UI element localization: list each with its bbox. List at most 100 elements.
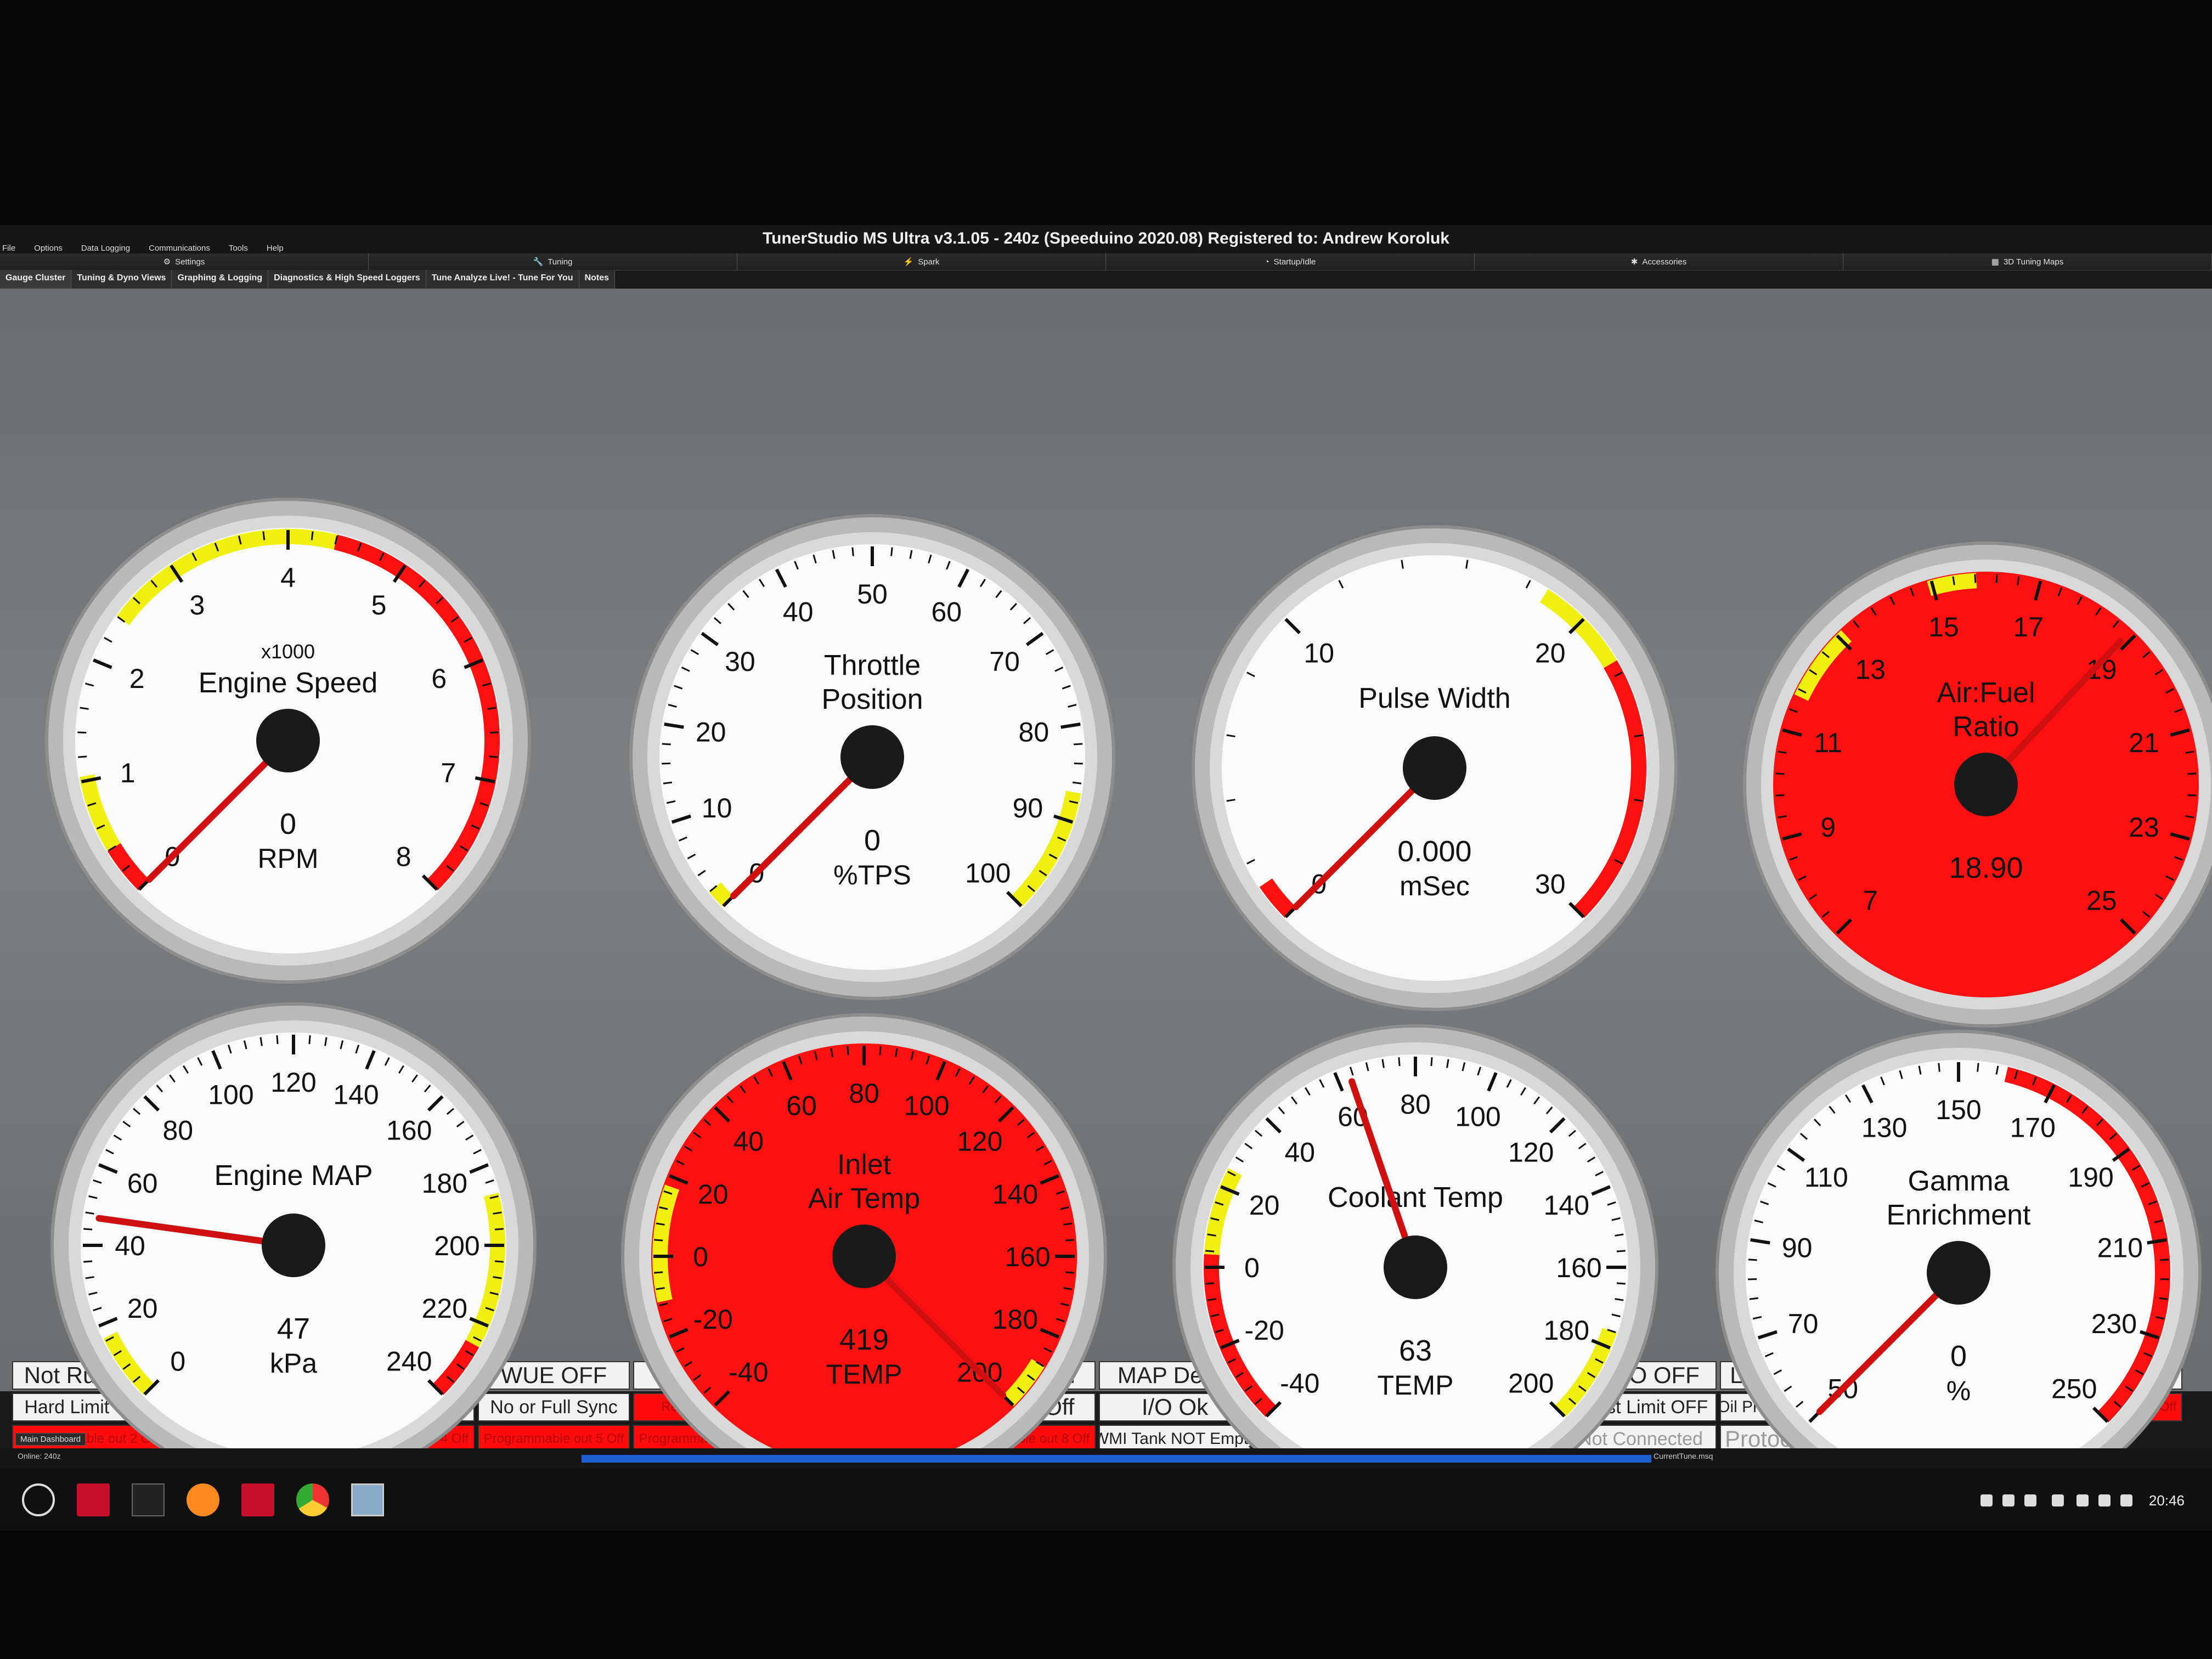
tick-label: 200 bbox=[1508, 1368, 1554, 1399]
printer-icon[interactable] bbox=[2052, 1494, 2064, 1506]
tick-label: 8 bbox=[396, 842, 411, 872]
file-manager-icon[interactable] bbox=[241, 1483, 274, 1516]
tick-label: 60 bbox=[127, 1168, 158, 1199]
accessories-icon: ✱ bbox=[1630, 257, 1638, 267]
tick-label: 200 bbox=[434, 1231, 479, 1261]
battery-icon[interactable] bbox=[2120, 1494, 2132, 1506]
tick-label: 120 bbox=[957, 1126, 1002, 1156]
tick-label: 10 bbox=[1304, 637, 1334, 668]
tab-gauge-cluster[interactable]: Gauge Cluster bbox=[0, 270, 72, 289]
menu-file[interactable]: File bbox=[0, 244, 18, 253]
gauge-value: 63 bbox=[1399, 1334, 1432, 1367]
tab-tuning-dyno[interactable]: Tuning & Dyno Views bbox=[71, 270, 172, 289]
minor-tick bbox=[262, 531, 266, 540]
nav-spark[interactable]: ⚡ Spark bbox=[737, 253, 1106, 270]
needle-hub bbox=[1954, 753, 2018, 816]
tick-label: 40 bbox=[1284, 1137, 1315, 1167]
tunerstudio-icon[interactable] bbox=[351, 1483, 384, 1516]
menu-tools[interactable]: Tools bbox=[227, 244, 250, 253]
tick-label: 23 bbox=[2129, 812, 2159, 843]
nav-startup-idle[interactable]: ◔ Startup/Idle bbox=[1106, 253, 1475, 270]
gauge-title: Gamma bbox=[1908, 1165, 2010, 1197]
main-dashboard-tab[interactable]: Main Dashboard bbox=[15, 1433, 86, 1446]
tick-label: 13 bbox=[1855, 654, 1886, 685]
gauge-tps: 0102030405060708090100ThrottlePosition0%… bbox=[629, 514, 1115, 1000]
menu-communications[interactable]: Communications bbox=[146, 244, 212, 253]
gauge-title: Position bbox=[822, 684, 923, 715]
tick-label: 7 bbox=[1863, 885, 1878, 916]
tick-label: 10 bbox=[702, 793, 732, 823]
folder-icon[interactable] bbox=[77, 1483, 110, 1516]
tick-label: 20 bbox=[1249, 1190, 1280, 1221]
nav-tuning[interactable]: 🔧 Tuning bbox=[369, 253, 737, 270]
tick-label: 4 bbox=[280, 562, 296, 593]
needle-hub bbox=[832, 1224, 896, 1288]
tick-label: 230 bbox=[2091, 1308, 2137, 1339]
tab-bar: Gauge Cluster Tuning & Dyno Views Graphi… bbox=[0, 270, 616, 289]
gauge-title: Engine Speed bbox=[199, 667, 378, 699]
tick-label: 140 bbox=[333, 1080, 379, 1110]
menu-options[interactable]: Options bbox=[32, 244, 65, 253]
gauge-title: Inlet bbox=[837, 1149, 891, 1181]
gauge-title: Engine MAP bbox=[214, 1160, 373, 1192]
tick-label: 2 bbox=[129, 663, 145, 694]
tab-notes[interactable]: Notes bbox=[579, 270, 616, 289]
firefox-icon[interactable] bbox=[187, 1483, 219, 1516]
minor-tick bbox=[1938, 1063, 1940, 1072]
tick-label: 40 bbox=[783, 596, 814, 627]
menu-help[interactable]: Help bbox=[264, 244, 286, 253]
tick-label: 0 bbox=[170, 1346, 185, 1377]
tick-label: 80 bbox=[1400, 1089, 1431, 1120]
needle-hub bbox=[840, 725, 904, 789]
spark-icon: ⚡ bbox=[903, 257, 914, 267]
mint-menu-icon[interactable] bbox=[22, 1483, 55, 1516]
window-title: TunerStudio MS Ultra v3.1.05 - 240z (Spe… bbox=[763, 229, 1449, 247]
tab-graphing-logging[interactable]: Graphing & Logging bbox=[172, 270, 269, 289]
tick-label: 80 bbox=[162, 1115, 193, 1146]
tick-label: 120 bbox=[270, 1067, 316, 1098]
tab-diagnostics[interactable]: Diagnostics & High Speed Loggers bbox=[268, 270, 426, 289]
shield-icon[interactable] bbox=[2024, 1494, 2036, 1506]
clipboard-icon[interactable] bbox=[2002, 1494, 2015, 1506]
bluetooth-icon[interactable] bbox=[1980, 1494, 1993, 1506]
terminal-icon[interactable] bbox=[132, 1483, 165, 1516]
nav-3d-tuning-maps[interactable]: ▦ 3D Tuning Maps bbox=[1843, 253, 2212, 270]
gauge-map: 0 20 40 6080 100 120 140160 180 200 220 240 Engine … bbox=[50, 1002, 537, 1488]
tick-label: 120 bbox=[1508, 1137, 1554, 1167]
gauge-title: Air:Fuel bbox=[1937, 677, 2035, 709]
minor-tick bbox=[1977, 1063, 1979, 1072]
tick-label: 20 bbox=[698, 1179, 729, 1210]
gauge-afr: 79111315 1719212325Air:FuelRatio18.90 bbox=[1743, 541, 2212, 1028]
tab-tune-analyze[interactable]: Tune Analyze Live! - Tune For You bbox=[426, 270, 579, 289]
nav-settings[interactable]: ⚙ Settings bbox=[0, 253, 369, 270]
gauge-value: 0 bbox=[864, 824, 881, 857]
menu-data-logging[interactable]: Data Logging bbox=[79, 244, 132, 253]
gauge-units: kPa bbox=[270, 1348, 317, 1379]
minor-tick bbox=[1398, 1057, 1401, 1066]
tick-label: 240 bbox=[386, 1346, 432, 1377]
tick-label: 100 bbox=[1455, 1102, 1500, 1132]
tick-label: 190 bbox=[2068, 1162, 2113, 1193]
minor-tick bbox=[77, 731, 87, 734]
minor-tick bbox=[851, 547, 854, 556]
tick-label: -20 bbox=[1245, 1315, 1284, 1346]
tick-label: 100 bbox=[965, 858, 1011, 889]
gauge-units: TEMP bbox=[826, 1359, 902, 1390]
tick-label: 30 bbox=[725, 646, 755, 677]
minor-tick bbox=[2160, 1278, 2169, 1280]
gauge-title: x1000 bbox=[261, 640, 315, 663]
gauge-value: 0 bbox=[280, 808, 296, 840]
minor-tick bbox=[1974, 574, 1977, 583]
gauge-title: Enrichment bbox=[1887, 1199, 2032, 1231]
chrome-icon[interactable] bbox=[296, 1483, 329, 1516]
tick-label: 100 bbox=[208, 1080, 253, 1110]
tune-file-name: CurrentTune.msq bbox=[1654, 1452, 1713, 1460]
tick-label: 40 bbox=[733, 1126, 764, 1156]
tick-label: 11 bbox=[1814, 727, 1842, 758]
minor-tick bbox=[1749, 1297, 1759, 1300]
tick-label: 110 bbox=[1804, 1162, 1848, 1193]
volume-icon[interactable] bbox=[2098, 1494, 2111, 1506]
wifi-icon[interactable] bbox=[2076, 1494, 2089, 1506]
nav-accessories[interactable]: ✱ Accessories bbox=[1475, 253, 1843, 270]
tick-label: 180 bbox=[992, 1304, 1038, 1335]
